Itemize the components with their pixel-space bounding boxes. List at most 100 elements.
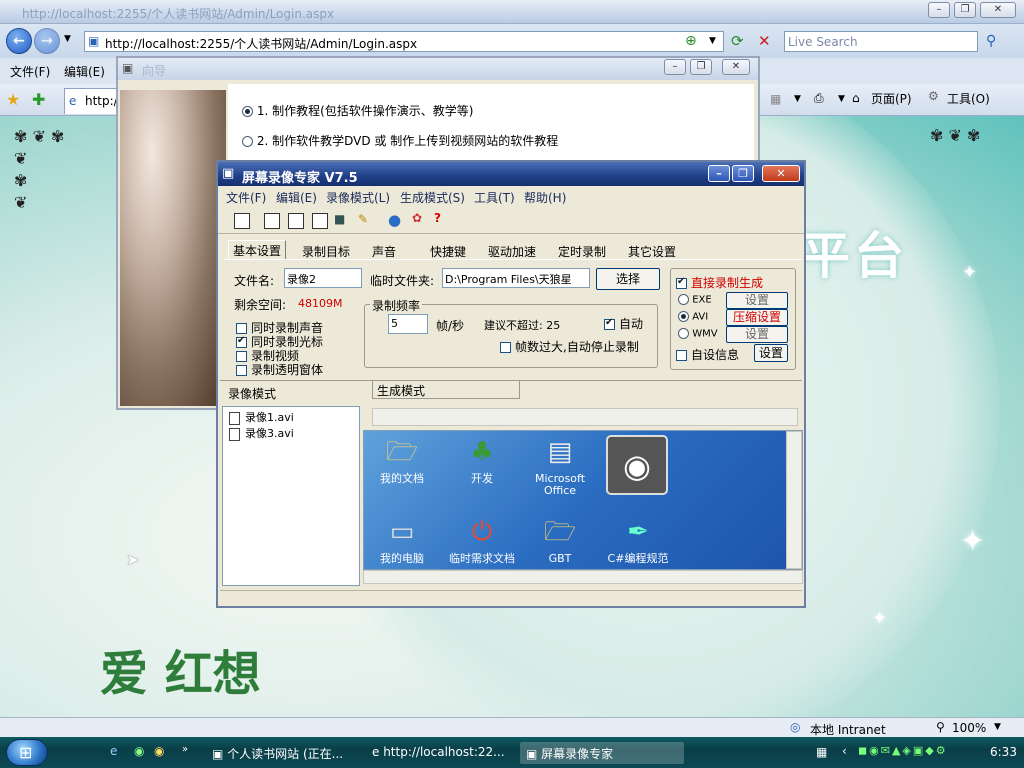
menu-file[interactable]: 文件(F)	[226, 189, 266, 206]
film-projector-icon[interactable]: ◉	[606, 435, 668, 495]
checkbox[interactable]	[500, 342, 511, 353]
check-auto-stop[interactable]: 帧数过大,自动停止录制	[500, 338, 639, 355]
stop-icon[interactable]: ✕	[758, 32, 771, 50]
menu-tools[interactable]: 工具(T)	[474, 189, 515, 206]
tray-icons[interactable]: ◼◉✉▲◈▣◆⚙	[858, 744, 948, 757]
menu-help[interactable]: 帮助(H)	[524, 189, 566, 206]
menu-record-mode[interactable]: 录像模式(L)	[326, 189, 390, 206]
quicklaunch-icon[interactable]: ◉	[134, 744, 144, 758]
minimize-button[interactable]: –	[928, 2, 950, 18]
radio-avi[interactable]	[678, 311, 689, 322]
desktop-icon-office[interactable]: ▤ Microsoft Office	[524, 435, 596, 497]
menu-edit[interactable]: 编辑(E)	[276, 189, 317, 206]
filename-input[interactable]: 录像2	[284, 268, 362, 288]
record-icon[interactable]	[264, 213, 280, 229]
option-dvd[interactable]: 2. 制作软件教学DVD 或 制作上传到视频网站的软件教程	[242, 132, 558, 149]
favorites-star-icon[interactable]: ★	[6, 90, 20, 109]
back-button[interactable]: ←	[6, 28, 32, 54]
check-auto[interactable]: 自动	[604, 315, 643, 332]
search-input[interactable]: Live Search	[784, 31, 978, 52]
tempdir-input[interactable]: D:\Program Files\天狼星	[442, 268, 590, 288]
radio-tutorial[interactable]	[242, 106, 253, 117]
browser-tab[interactable]: e http://	[64, 88, 124, 114]
task-reading-site[interactable]: ▣ 个人读书网站 (正在...	[206, 742, 349, 764]
exe-settings-button[interactable]: 设置	[726, 292, 788, 309]
checkbox[interactable]	[676, 276, 687, 289]
desktop-icon-mydocs[interactable]: 🗁 我的文档	[366, 435, 438, 485]
checkbox[interactable]	[676, 350, 687, 361]
task-recorder[interactable]: ▣ 屏幕录像专家	[520, 742, 684, 764]
gear-icon[interactable]: ⚙	[928, 89, 939, 103]
tools-icon[interactable]: ✿	[412, 211, 422, 225]
dialog-close-button[interactable]: ✕	[722, 59, 750, 75]
fps-input[interactable]: 5	[388, 314, 428, 334]
checkbox[interactable]	[604, 317, 615, 330]
checkbox[interactable]	[236, 365, 247, 376]
address-bar[interactable]: ▣ http://localhost:2255/个人读书网站/Admin/Log…	[84, 31, 724, 52]
quicklaunch-ie-icon[interactable]: e	[110, 744, 117, 758]
feeds-icon[interactable]: ▦	[770, 92, 781, 106]
camera-icon[interactable]: ■	[334, 212, 345, 226]
horizontal-scrollbar[interactable]	[363, 570, 803, 584]
option-tutorial[interactable]: 1. 制作教程(包括软件操作演示、教学等)	[242, 102, 473, 119]
desktop-icon-mycomputer[interactable]: ▭ 我的电脑	[366, 515, 438, 565]
menu-gen-mode[interactable]: 生成模式(S)	[400, 189, 465, 206]
chevron-down-icon[interactable]: ▼	[994, 722, 1001, 732]
format-exe[interactable]: EXE	[678, 294, 712, 306]
radio-wmv[interactable]	[678, 328, 689, 339]
menu-edit[interactable]: 编辑(E)	[64, 63, 105, 80]
format-wmv[interactable]: WMV	[678, 328, 718, 340]
dialog-minimize-button[interactable]: –	[664, 59, 686, 75]
desktop-icon-tempreq[interactable]: ⏻ 临时需求文档	[446, 515, 518, 565]
menu-tools[interactable]: 工具(O)	[947, 90, 990, 107]
stop-icon[interactable]	[312, 213, 328, 229]
search-icon[interactable]: ⚲	[986, 33, 996, 49]
choose-folder-button[interactable]: 选择	[596, 268, 660, 290]
zoom-level[interactable]: 100%	[952, 721, 986, 735]
menu-page[interactable]: 页面(P)	[871, 90, 912, 107]
dialog-maximize-button[interactable]: ❐	[690, 59, 712, 75]
maximize-button[interactable]: ❐	[954, 2, 976, 18]
check-transparent[interactable]: 录制透明窗体	[236, 361, 323, 378]
vertical-scrollbar[interactable]	[786, 431, 802, 569]
pause-icon[interactable]	[288, 213, 304, 229]
chevron-down-icon[interactable]: ▼	[838, 94, 845, 104]
chevron-down-icon[interactable]: ▼	[709, 36, 716, 46]
print-icon[interactable]: ⎙	[814, 91, 824, 106]
desktop-icon-dev[interactable]: ♣ 开发	[446, 435, 518, 485]
close-button[interactable]: ✕	[980, 2, 1016, 18]
avi-compress-button[interactable]: 压缩设置	[726, 309, 788, 326]
tab-basic[interactable]: 基本设置	[228, 240, 287, 260]
radio-dvd[interactable]	[242, 136, 253, 147]
radio-exe[interactable]	[678, 294, 689, 305]
quicklaunch-icon[interactable]: ◉	[154, 744, 164, 758]
desktop-icon-gbt[interactable]: 🗁 GBT	[524, 515, 596, 565]
task-localhost[interactable]: e http://localhost:22...	[366, 742, 511, 764]
globe-icon[interactable]: ●	[388, 211, 401, 229]
home-icon[interactable]: ⌂	[852, 91, 860, 105]
list-item[interactable]: 录像3.avi	[229, 425, 294, 441]
wmv-settings-button[interactable]: 设置	[726, 326, 788, 343]
quicklaunch-more-icon[interactable]: »	[182, 744, 188, 755]
recorder-minimize-button[interactable]: –	[708, 165, 730, 182]
tray-expand-icon[interactable]: ‹	[842, 744, 847, 758]
list-item[interactable]: 录像1.avi	[229, 409, 294, 425]
new-icon[interactable]	[234, 213, 250, 229]
custom-settings-button[interactable]: 设置	[754, 344, 788, 362]
recorder-close-button[interactable]: ✕	[762, 165, 800, 182]
chevron-down-icon[interactable]: ▼	[794, 94, 801, 104]
check-direct-record[interactable]: 直接录制生成	[676, 274, 763, 291]
compat-icon[interactable]: ⊕	[685, 33, 697, 49]
forward-button[interactable]: →	[34, 28, 60, 54]
keyboard-icon[interactable]: ▦	[816, 745, 827, 759]
menu-file[interactable]: 文件(F)	[10, 63, 50, 80]
add-favorites-icon[interactable]: ✚	[32, 90, 45, 109]
check-custom-info[interactable]: 自设信息	[676, 346, 739, 363]
pen-icon[interactable]: ✎	[358, 212, 368, 226]
help-icon[interactable]: ?	[434, 211, 441, 225]
chevron-down-icon[interactable]: ▼	[64, 34, 71, 44]
start-button[interactable]: ⊞	[6, 739, 48, 766]
clock[interactable]: 6:33	[990, 745, 1017, 759]
zoom-icon[interactable]: ⚲	[936, 720, 945, 734]
desktop-icon-csharp[interactable]: ✒ C#编程规范	[602, 515, 674, 565]
